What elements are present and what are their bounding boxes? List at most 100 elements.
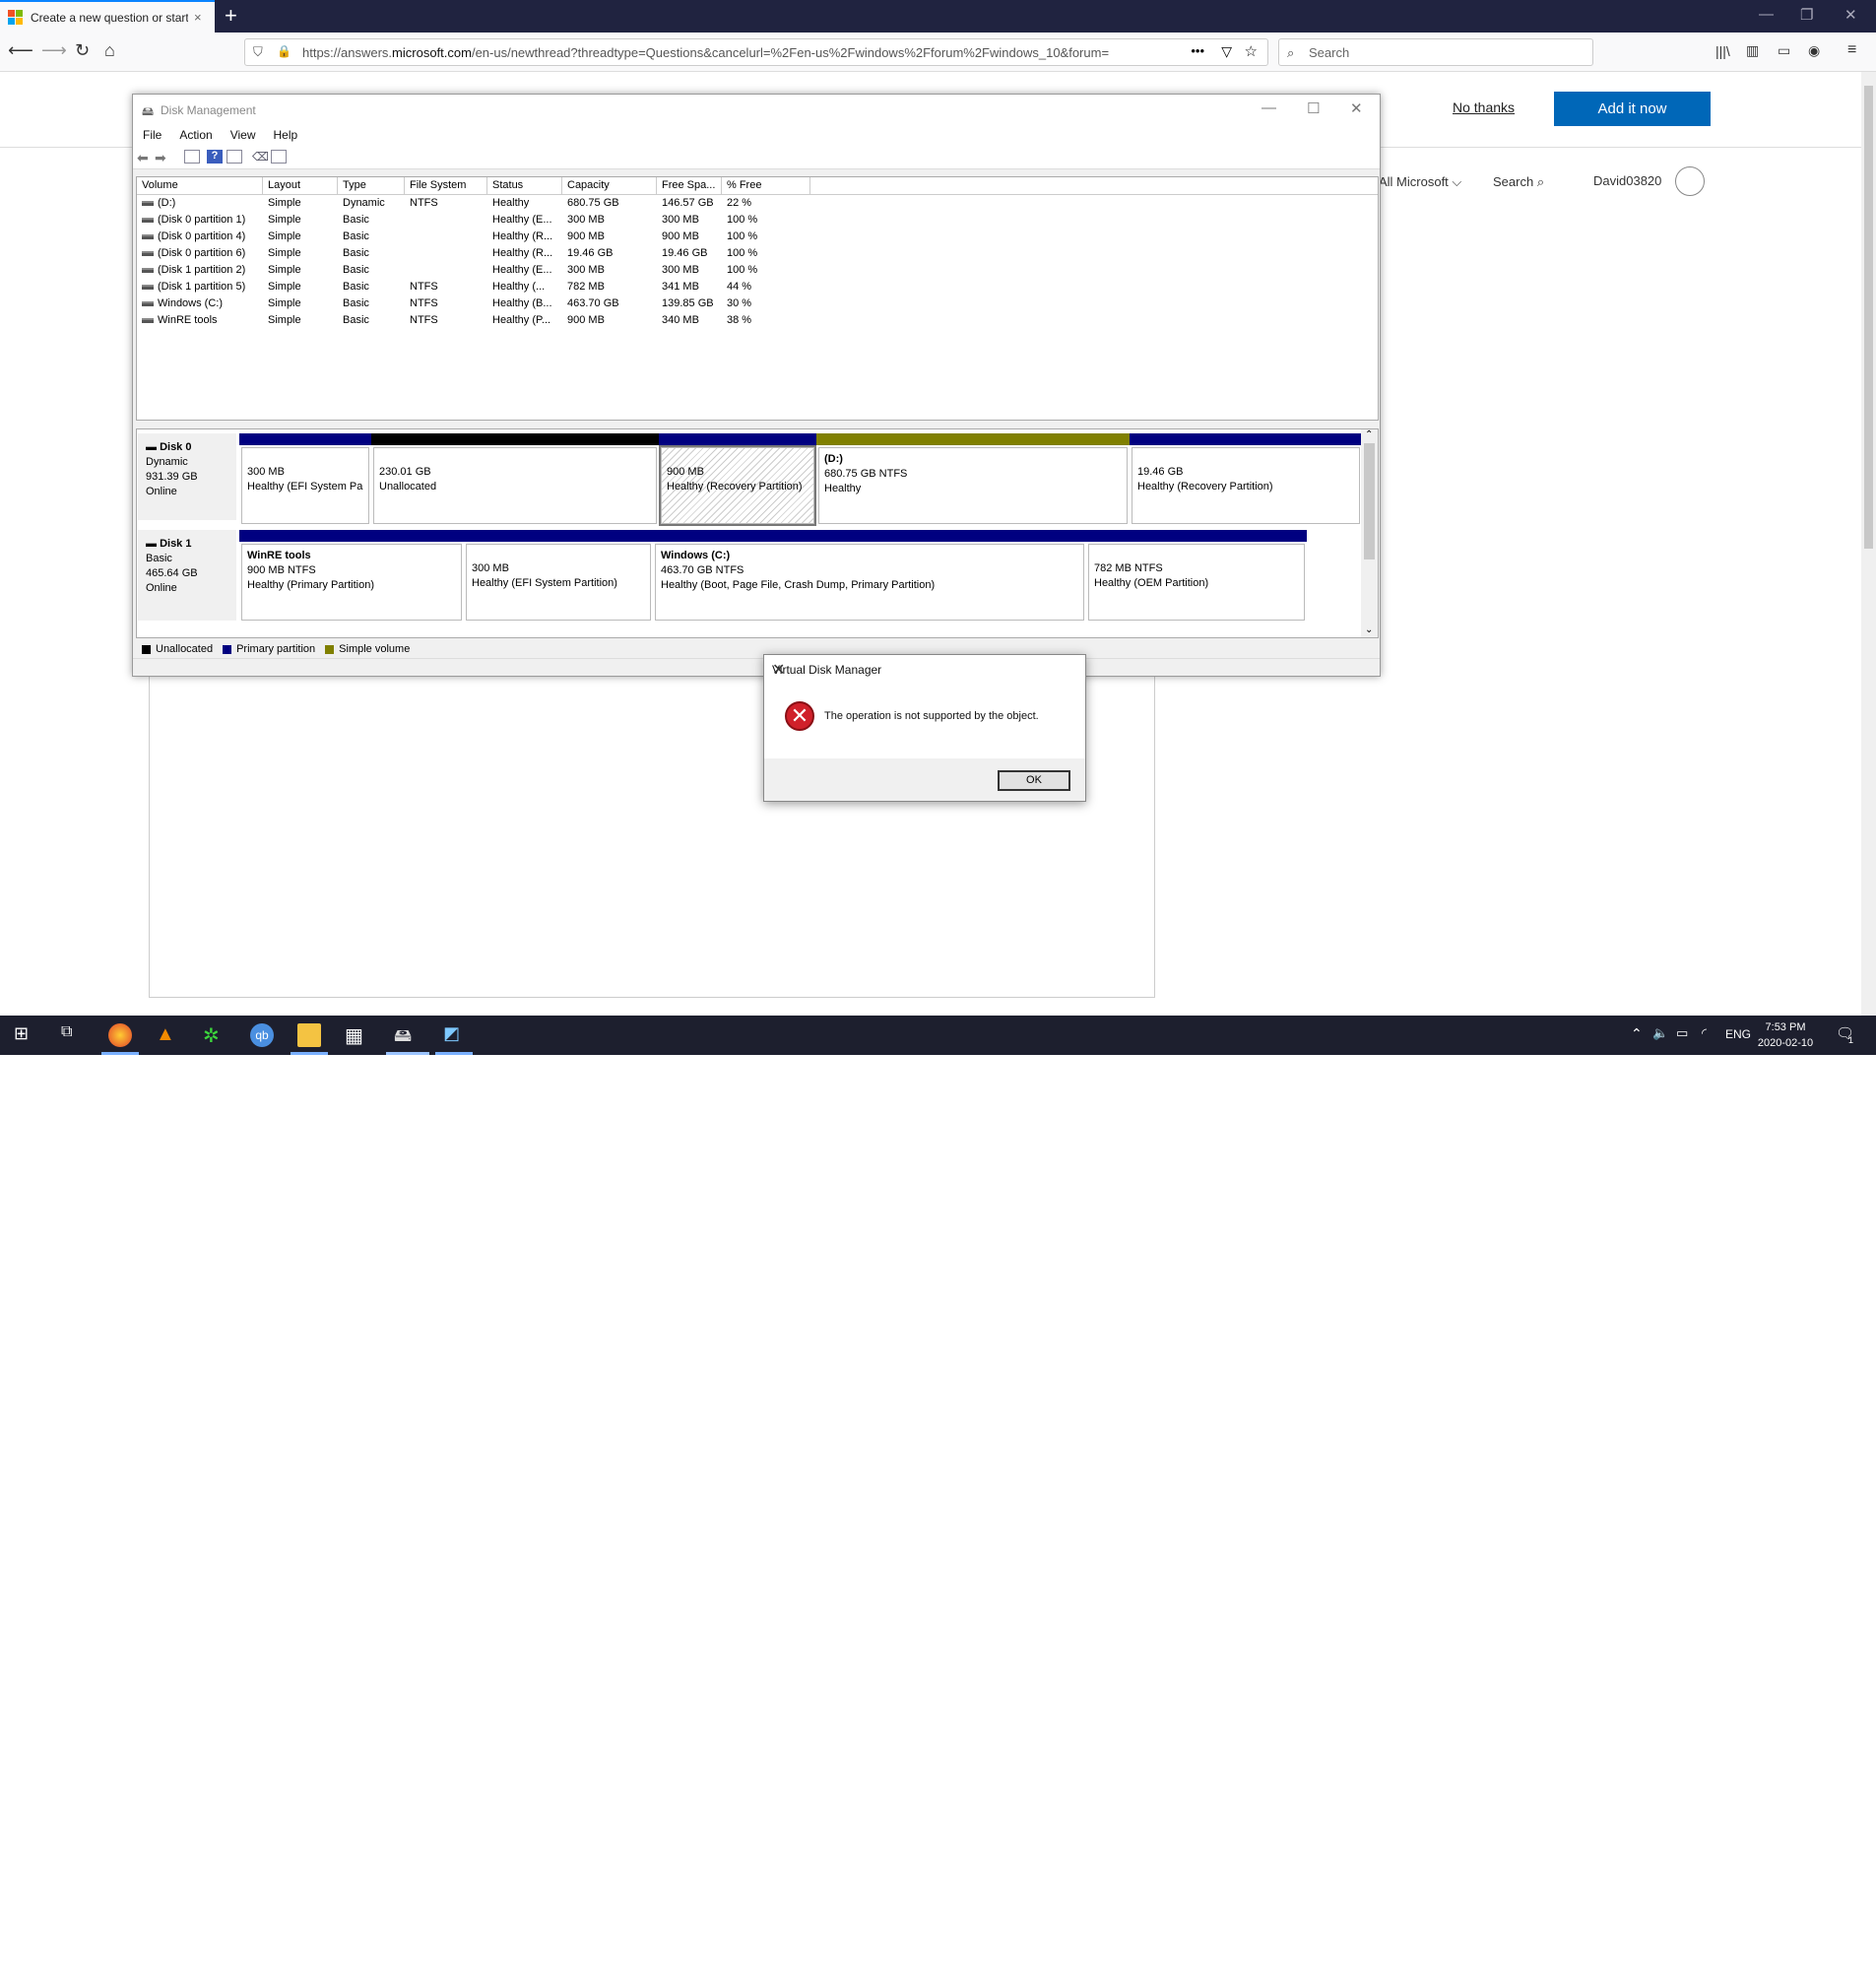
table-row[interactable]: Windows (C:) Simple Basic NTFS Healthy (B...…	[137, 296, 1378, 312]
volume-list[interactable]: Volume Layout Type File System Status Ca…	[136, 176, 1379, 421]
column-status[interactable]: Status	[487, 177, 562, 194]
language-indicator[interactable]: ENG	[1725, 1027, 1751, 1041]
column-volume[interactable]: Volume	[137, 177, 263, 194]
table-cell: Simple	[268, 314, 301, 326]
ok-button[interactable]: OK	[998, 770, 1070, 791]
account-icon[interactable]: ◉	[1808, 42, 1820, 59]
add-it-now-button[interactable]: Add it now	[1554, 92, 1711, 126]
menu-help[interactable]: Help	[274, 125, 298, 145]
vlc-icon[interactable]: ▲	[156, 1023, 179, 1047]
disk0-partition[interactable]: 230.01 GB Unallocated	[371, 433, 659, 524]
app-green-icon[interactable]: ✲	[203, 1023, 226, 1047]
back-icon[interactable]: ⟵	[8, 40, 33, 61]
close-window-icon[interactable]: ✕	[1350, 99, 1363, 117]
column-type[interactable]: Type	[338, 177, 405, 194]
username[interactable]: David03820	[1593, 173, 1661, 188]
column-percent-free[interactable]: % Free	[722, 177, 810, 194]
battery-icon[interactable]: ▭	[1676, 1025, 1688, 1041]
calculator-icon[interactable]: ▦	[345, 1023, 368, 1047]
task-view-icon[interactable]: ⧉	[61, 1023, 85, 1047]
disk-management-icon[interactable]: 🖴	[394, 1023, 418, 1047]
avatar[interactable]	[1675, 166, 1705, 196]
sidebar-icon[interactable]: ▥	[1746, 42, 1759, 59]
column-file-system[interactable]: File System	[405, 177, 487, 194]
menu-icon[interactable]: ≡	[1847, 41, 1856, 59]
table-row[interactable]: (Disk 1 partition 5) Simple Basic NTFS Healt…	[137, 279, 1378, 296]
table-row[interactable]: (Disk 0 partition 1) Simple Basic Healthy (…	[137, 212, 1378, 229]
disk1-partition[interactable]: WinRE tools 900 MB NTFS Healthy (Primary P…	[239, 530, 464, 621]
table-row[interactable]: (Disk 0 partition 6) Simple Basic Healthy (…	[137, 245, 1378, 262]
menu-file[interactable]: File	[143, 125, 162, 145]
close-icon[interactable]: ✕	[772, 660, 1077, 680]
disk1-header[interactable]: ▬ Disk 1 Basic 465.64 GB Online	[138, 530, 236, 621]
library-icon[interactable]: |||\	[1715, 43, 1730, 59]
disk1-partition[interactable]: 300 MB Healthy (EFI System Partition)	[464, 530, 653, 621]
file-explorer-icon[interactable]	[297, 1023, 321, 1047]
new-tab-button[interactable]: +	[225, 3, 237, 29]
table-row[interactable]: WinRE tools Simple Basic NTFS Healthy (P... 9…	[137, 312, 1378, 329]
disk0-partition[interactable]: 300 MB Healthy (EFI System Pa	[239, 433, 371, 524]
page-scrollbar[interactable]	[1861, 72, 1876, 1016]
volume-icon[interactable]: 🔈	[1652, 1025, 1668, 1041]
help-icon[interactable]: ?	[207, 150, 223, 164]
search-box[interactable]: ⌕ Search	[1278, 38, 1593, 66]
maximize-icon[interactable]: ☐	[1307, 99, 1320, 117]
dialog-titlebar[interactable]: Virtual Disk Manager ✕	[764, 655, 1085, 685]
table-row[interactable]: (Disk 0 partition 4) Simple Basic Healthy (…	[137, 229, 1378, 245]
minimize-icon[interactable]: —	[1759, 6, 1774, 23]
properties-icon[interactable]	[226, 150, 242, 164]
tab-close-icon[interactable]: ×	[194, 10, 202, 25]
column-capacity[interactable]: Capacity	[562, 177, 657, 194]
firefox-icon[interactable]	[108, 1023, 132, 1047]
back-icon[interactable]: ⬅	[137, 150, 153, 165]
page-search-link[interactable]: Search ⌕	[1493, 174, 1544, 190]
all-microsoft-menu[interactable]: All Microsoft ⌵	[1379, 174, 1461, 190]
wifi-icon[interactable]: ◜	[1702, 1025, 1707, 1041]
forward-icon[interactable]: ➡	[155, 150, 170, 165]
rescan-icon[interactable]: ⌫	[252, 150, 269, 164]
scroll-down-icon[interactable]: ⌄	[1365, 624, 1373, 635]
disk-management-titlebar[interactable]: 🖴 Disk Management — ☐ ✕	[133, 95, 1380, 125]
qbittorrent-icon[interactable]: qb	[250, 1023, 274, 1047]
table-row[interactable]: (D:) Simple Dynamic NTFS Healthy 680.75 GB 146…	[137, 195, 1378, 212]
scroll-up-icon[interactable]: ⌃	[1365, 429, 1373, 440]
show-hide-tree-icon[interactable]	[184, 150, 200, 164]
address-bar[interactable]: ⛉ 🔒 https://answers.microsoft.com/en-us/…	[244, 38, 1268, 66]
partition-info: 19.46 GB Healthy (Recovery Partition)	[1132, 447, 1360, 524]
partition-bar	[1130, 433, 1362, 445]
table-cell: 900 MB	[567, 314, 605, 326]
menu-action[interactable]: Action	[179, 125, 212, 145]
settings-icon[interactable]	[271, 150, 287, 164]
clock[interactable]: 7:53 PM 2020-02-10	[1751, 1019, 1820, 1051]
close-window-icon[interactable]: ✕	[1844, 6, 1857, 24]
home-icon[interactable]: ⌂	[104, 40, 115, 61]
pocket-icon[interactable]: ▽	[1221, 43, 1232, 60]
bookmark-star-icon[interactable]: ☆	[1245, 42, 1258, 60]
lock-icon[interactable]: 🔒	[277, 44, 291, 58]
disk1-partition[interactable]: Windows (C:) 463.70 GB NTFS Healthy (Boot,…	[653, 530, 1086, 621]
disk0-partition[interactable]: 900 MB Healthy (Recovery Partition)	[659, 433, 816, 526]
minimize-icon[interactable]: —	[1261, 99, 1276, 116]
page-actions-icon[interactable]: •••	[1185, 43, 1204, 58]
tray-overflow-icon[interactable]: ⌃	[1631, 1025, 1643, 1042]
container-icon[interactable]: ▭	[1778, 42, 1790, 59]
restore-icon[interactable]: ❐	[1800, 6, 1813, 24]
disk0-partition[interactable]: (D:) 680.75 GB NTFS Healthy	[816, 433, 1130, 524]
shield-icon[interactable]: ⛉	[253, 44, 263, 60]
column-free-space[interactable]: Free Spa...	[657, 177, 722, 194]
disk1-partition[interactable]: 782 MB NTFS Healthy (OEM Partition)	[1086, 530, 1307, 621]
graph-scrollbar[interactable]: ⌃ ⌄	[1361, 429, 1378, 637]
forward-icon[interactable]: ⟶	[41, 40, 67, 61]
start-icon[interactable]: ⊞	[14, 1023, 37, 1047]
column-layout[interactable]: Layout	[263, 177, 338, 194]
disk0-partition[interactable]: 19.46 GB Healthy (Recovery Partition)	[1130, 433, 1362, 524]
menu-view[interactable]: View	[230, 125, 256, 145]
notepad-icon[interactable]: ◩	[443, 1023, 467, 1047]
no-thanks-link[interactable]: No thanks	[1453, 99, 1515, 115]
table-row[interactable]: (Disk 1 partition 2) Simple Basic Healthy (…	[137, 262, 1378, 279]
browser-tab[interactable]: Create a new question or start ×	[0, 0, 215, 33]
disk0-header[interactable]: ▬ Disk 0 Dynamic 931.39 GB Online	[138, 433, 236, 520]
reload-icon[interactable]: ↻	[75, 40, 90, 61]
table-cell: Simple	[268, 297, 301, 309]
partition-title: (D:)	[824, 453, 843, 465]
